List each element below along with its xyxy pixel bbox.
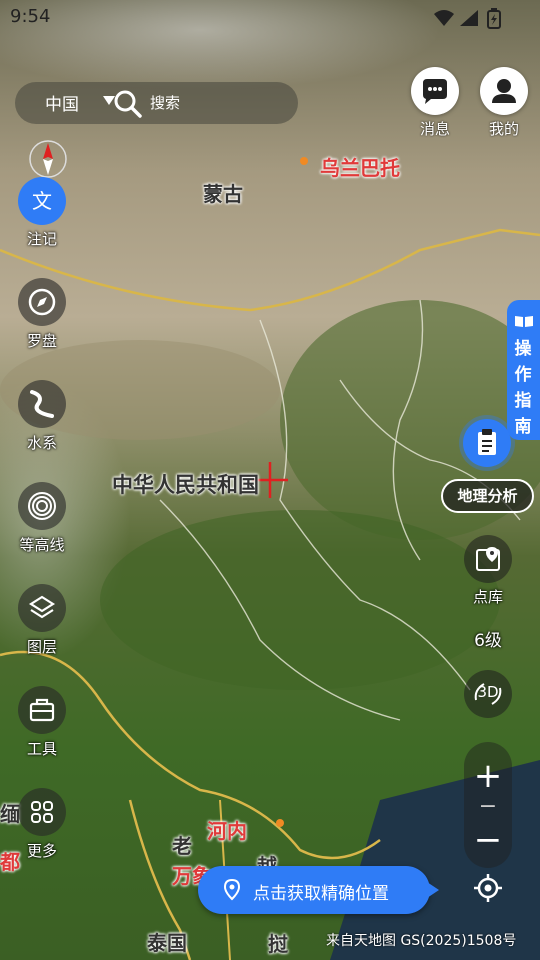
map-label-laos-2: 挝 [268, 932, 288, 956]
search-input[interactable]: 搜索 [150, 92, 180, 113]
profile-label: 我的 [488, 120, 519, 138]
operation-guide-tab[interactable]: 操作指南 [507, 300, 540, 440]
3d-toggle-button[interactable]: 3D [464, 670, 512, 718]
zoom-control: + − − [464, 742, 512, 868]
map-label-ulaanbaatar: 乌兰巴托 [320, 156, 400, 180]
precise-location-button[interactable]: 点击获取精确位置 [198, 866, 439, 914]
annotation-label: 注记 [26, 230, 57, 248]
messages-button[interactable] [411, 67, 459, 115]
annotation-button[interactable]: 文 [18, 177, 66, 225]
compass-label: 罗盘 [26, 332, 57, 350]
location-pin-icon [223, 878, 241, 901]
region-selector[interactable]: 中国 [45, 90, 79, 115]
3d-label: 3D [477, 683, 499, 701]
clipboard-icon [478, 429, 496, 455]
poi-library-button[interactable] [464, 535, 512, 583]
compass-button[interactable] [18, 278, 66, 326]
chat-bubble-icon [423, 79, 447, 104]
compass-rose-icon [29, 140, 67, 178]
crosshair-icon [474, 874, 502, 902]
layers-icon [28, 595, 56, 619]
toolbox-icon [29, 698, 55, 722]
contour-icon [28, 492, 56, 520]
status-bar: 9:54 [0, 0, 540, 36]
contour-button[interactable] [18, 482, 66, 530]
arrow-right-icon [427, 882, 439, 898]
status-time: 9:54 [10, 6, 51, 27]
map-label-china: 中华人民共和国 [112, 473, 259, 497]
book-icon [515, 316, 533, 327]
layers-button[interactable] [18, 584, 66, 632]
poi-library-label: 点库 [472, 588, 503, 606]
water-system-button[interactable] [18, 380, 66, 428]
operation-guide-label: 操作指南 [514, 339, 532, 437]
user-icon [492, 79, 516, 103]
river-icon [30, 390, 54, 418]
search-bar[interactable]: 中国 搜索 [15, 82, 298, 124]
more-label: 更多 [26, 842, 57, 860]
map-label-thailand: 泰国 [147, 931, 187, 955]
wifi-icon [434, 10, 454, 26]
compass-widget[interactable] [26, 137, 70, 181]
profile-button[interactable] [480, 67, 528, 115]
battery-icon [487, 8, 501, 29]
signal-icon [460, 10, 478, 26]
compass-icon [28, 288, 56, 316]
zoom-out-button[interactable]: − [464, 816, 512, 864]
contour-label: 等高线 [19, 536, 65, 554]
status-icons [432, 8, 504, 34]
tools-button[interactable] [18, 686, 66, 734]
map-label-mongolia: 蒙古 [203, 182, 243, 206]
messages-label: 消息 [419, 120, 450, 138]
zoom-in-button[interactable]: + [464, 752, 512, 800]
map-label-laos: 老 [172, 834, 192, 858]
clipboard-button[interactable] [463, 419, 511, 467]
precise-location-label: 点击获取精确位置 [253, 884, 389, 904]
layers-label: 图层 [26, 638, 57, 656]
map-label-hanoi: 河内 [207, 819, 247, 843]
map-pin-icon [476, 547, 500, 571]
grid-icon [31, 801, 53, 823]
geo-analysis-button[interactable]: 地理分析 [441, 479, 534, 513]
map-label-myanmar: 缅 [0, 802, 20, 826]
locate-me-button[interactable] [464, 864, 512, 912]
zoom-level: 6级 [474, 631, 502, 651]
map-credit: 来自天地图 GS(2025)1508号 [326, 933, 517, 949]
tools-label: 工具 [26, 740, 57, 758]
more-button[interactable] [18, 788, 66, 836]
text-glyph-icon: 文 [32, 189, 52, 213]
search-icon[interactable] [113, 89, 143, 123]
water-system-label: 水系 [26, 434, 57, 452]
